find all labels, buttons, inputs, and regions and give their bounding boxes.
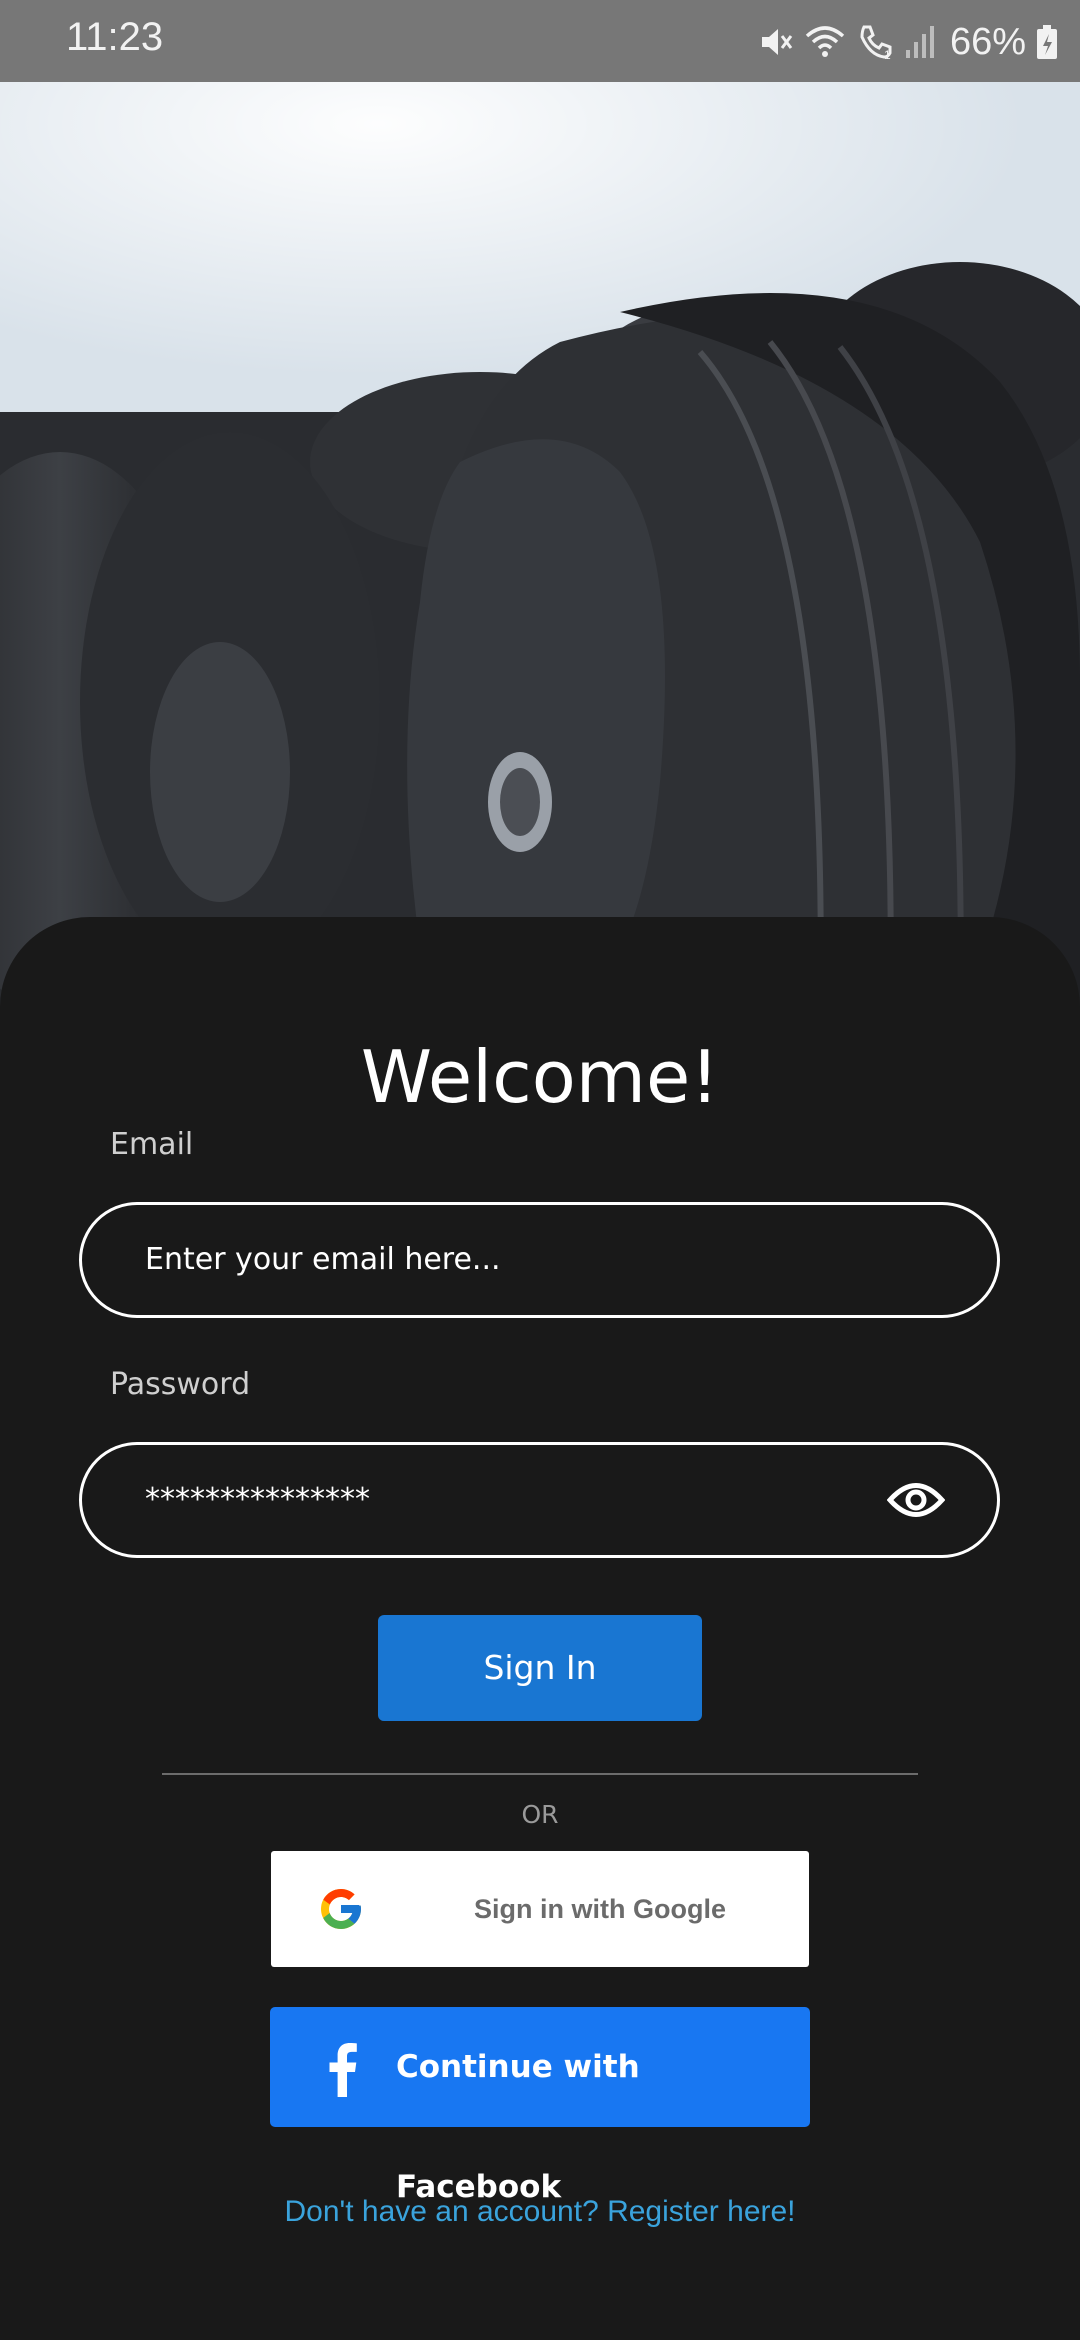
password-field[interactable]: *************** — [79, 1442, 1000, 1558]
status-icons: 1 66% — [758, 18, 1058, 66]
wifi-icon — [805, 26, 845, 57]
password-value: *************** — [145, 1482, 370, 1517]
dumbbell-rack-photo — [0, 82, 1080, 1012]
email-placeholder: Enter your email here... — [145, 1242, 501, 1277]
email-field[interactable]: Enter your email here... — [79, 1202, 1000, 1318]
mute-icon — [761, 29, 793, 55]
email-label: Email — [110, 1127, 194, 1162]
welcome-title: Welcome! — [360, 1035, 720, 1119]
google-sign-in-button[interactable]: Sign in with Google — [271, 1851, 809, 1967]
battery-icon — [1037, 25, 1057, 59]
call-icon: 1 — [860, 25, 892, 61]
password-label: Password — [110, 1367, 251, 1402]
signal-icon — [905, 26, 934, 58]
svg-text:1: 1 — [884, 48, 891, 61]
battery-percentage: 66% — [949, 20, 1026, 63]
sign-in-button[interactable]: Sign In — [378, 1615, 702, 1721]
eye-icon[interactable] — [887, 1475, 945, 1525]
divider — [162, 1773, 918, 1775]
facebook-f-icon — [329, 2043, 357, 2097]
login-card: Welcome! Email Enter your email here... … — [0, 917, 1080, 2340]
register-link[interactable]: Don't have an account? Register here! — [0, 2195, 1080, 2229]
status-bar: 11:23 1 66% — [0, 0, 1080, 82]
facebook-login-button[interactable]: Continue with Facebook — [270, 2007, 810, 2205]
google-button-label: Sign in with Google — [474, 1894, 726, 1924]
hero-image — [0, 82, 1080, 1012]
status-time: 11:23 — [66, 15, 164, 59]
or-separator: OR — [521, 1800, 559, 1829]
facebook-button-label: Continue with Facebook — [396, 2049, 640, 2205]
login-screen: 11:23 1 66% Welcome! Email Enter your em… — [0, 0, 1080, 2340]
google-logo-icon — [321, 1889, 361, 1929]
